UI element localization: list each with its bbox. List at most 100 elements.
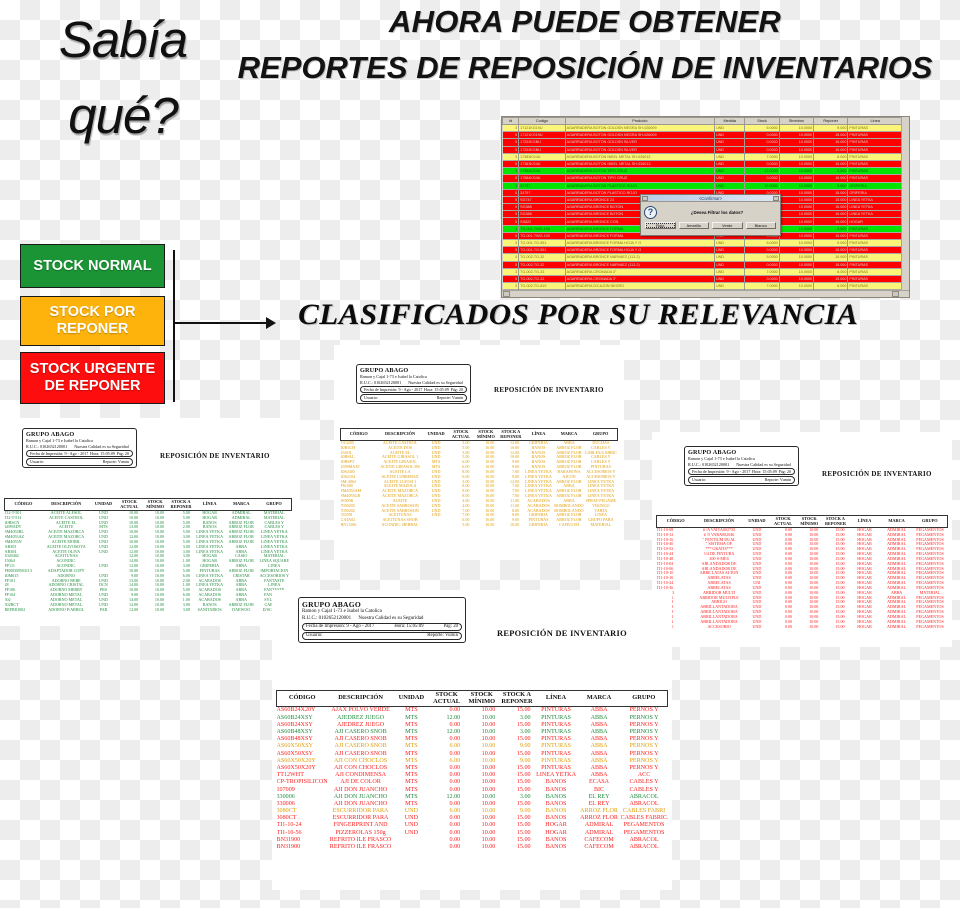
datagrid-row[interactable]: 1TG-002-TG-819AGARRADERA D/CAJON NEGROUN… [503,297,903,298]
report-report-label: Reporte: [102,459,117,465]
table-row: 330006 AJI DON JUANCHO MTS 0.00 10.00 15.00 BA… [277,801,668,808]
table-cell: PINTURAS [541,721,571,728]
datagrid-cell: 5 [502,275,520,284]
col-stock-mínimo: STOCK MÍNIMO [796,515,823,528]
datagrid-row[interactable]: 5 17252KGBU AGARRADERA BOTON GOLDSN SILVER… [502,146,903,154]
datagrid-row[interactable]: 1 17584KG4U AGARRADERA BOTON TIPO CRUZ UND 1… [502,167,903,176]
datagrid-cell: TG-002-TG-819 [519,297,565,298]
datagrid-cell: AGARRADERA BOTON GOLDSN SILVER [565,138,716,147]
table-cell: 12.00 [129,607,139,612]
table-cell: HOGAR [857,624,872,629]
table-row: REFRIO002 ADORNO P/ARBOL PAR 12.00 10.00 3.00… [5,608,292,613]
legend-stock-por-reponer: STOCK POR REPONER [20,296,165,346]
datagrid-row[interactable]: 3 TG-001-TG-551 AGARRADERA BRONCE FORMA HO… [502,239,903,248]
table-cell: BAÑOS [545,800,567,807]
report-page-value: 20 [786,469,791,475]
table-row: AS60B24X20Y AJAX POLVO VERDE MTS 0.00 10.00 1… [277,707,668,715]
datagrid-cell: 3 [502,268,520,276]
datagrid-cell: PINTURAS [848,297,903,298]
table-cell: PERNOS Y [629,714,659,721]
datagrid-cell: GRIFERIA [847,189,903,197]
table-cell: CABLES FABRICA [620,815,668,822]
datagrid-row[interactable]: 3 17121KG19U AGARRADERA BOTON GOLDSN NEGRA… [502,124,903,133]
datagrid-cell: TG-002-TG-32 [518,261,566,269]
table-cell: 15.00 [516,750,531,757]
col-marca: MARCA [225,498,258,511]
datagrid-cell: UND [715,297,745,298]
datagrid-row[interactable]: 5 TG-002-TG-33 AGARRADERA CROMADA 3" UND 0.0… [502,275,903,284]
datagrid-cell: UND [714,253,746,262]
datagrid-col-reponer[interactable]: Reponer [813,117,849,125]
scroll-left-arrow-icon[interactable] [503,291,510,297]
table-cell: MTS [405,707,418,714]
datagrid-row[interactable]: 5 TG-001-TG-551 AGARRADERA BRONCE FORMA HO… [502,246,903,255]
datagrid-cell: UND [714,138,746,147]
datagrid-cell: SG388 [518,210,566,219]
datagrid-row[interactable]: 5 17121KG19U AGARRADERA BOTON GOLDSN NEGRA… [502,131,903,140]
report-time-label: Hora: [394,624,406,629]
datagrid-cell: PINTURAS [847,153,903,161]
datagrid-col-producto[interactable]: Producto [564,117,716,125]
dialog-button-verde[interactable]: Verde [712,222,743,229]
report-ruc-value: 0102652120001 [701,461,730,467]
table-cell: 10.00 [485,523,495,528]
datagrid-cell: AGARRADERA BOTON PLASTICO ROJO [565,182,716,190]
datagrid-cell: 10.0000 [779,131,815,140]
datagrid-row[interactable]: 4 TG-002-TG-32 AGARRADERA BRONCE NARVAEZ (… [502,253,903,262]
datagrid-row[interactable]: 5 17252KGBU AGARRADERA BOTON GOLDSN SILVER… [502,138,903,147]
table-cell: UND [404,822,418,829]
datagrid-cell: 5 [502,246,520,255]
datagrid-row[interactable]: 5 TG-002-TG-32 AGARRADERA BRONCE NARVAEZ (… [502,261,903,269]
datagrid-horizontal-scrollbar[interactable] [502,290,909,297]
table-cell: 15.00 [516,764,531,771]
table-cell: 10.00 [481,743,496,750]
table-cell: CABLES Y [629,779,659,786]
dialog-button-blanco[interactable]: Blanco [745,222,776,229]
datagrid-row[interactable]: 3 TG-002-TG-819 AGARRADERA D/CAJON NEGRO UN… [502,282,903,291]
datagrid-cell: 10.0000 [779,210,815,219]
datagrid-col-linea[interactable]: Linea [847,117,903,125]
table-cell: AJI CASERO SNOB [334,750,387,757]
datagrid-row[interactable]: 5 17584KG4U AGARRADERA BOTON TIPO CRUZ UND 0… [502,174,903,183]
datagrid-row[interactable]: 3 TG-002-TG-33 AGARRADERA CROMADA 3" UND 7.0… [502,268,903,276]
datagrid-col-stock[interactable]: Stock [744,117,780,125]
report-date-value: 9 - Ago - 2017 [398,387,423,393]
datagrid-cell: 10.0000 [779,253,815,262]
scroll-right-arrow-icon[interactable] [892,291,899,297]
table-cell: 0.00 [449,707,461,714]
datagrid-row[interactable]: 3 17383KG4U AGARRADERA BOTON NIKEL METAL S… [502,153,903,161]
table-cell: 6.00 [449,743,461,750]
table-cell: PERNOS Y [629,764,659,771]
report-time-value: 15:05:09 [434,387,449,393]
table-cell: 3080CT [276,808,297,815]
dialog-button-amarillo[interactable]: Amarillo [678,222,709,229]
table-cell: AJAX POLVO VERDE [331,707,390,714]
table-cell: ABRACOL [629,800,659,807]
dialog-button-rojo[interactable]: Rojo [645,222,676,229]
datagrid-col-stmnimo[interactable]: Stmnimo [778,117,815,125]
headline-line-2: REPORTES DE REPOSICIÓN DE INVENTARIOS [237,50,933,85]
confirm-dialog[interactable]: <Confirmar> ? ¿Desea Filtrar los datos? … [640,194,781,236]
datagrid-cell: 6.0000 [744,239,780,248]
datagrid-col-id[interactable]: Id [502,117,520,125]
datagrid-cell: PINTURAS [847,138,903,147]
datagrid-vertical-scrollbar[interactable] [901,117,909,297]
table-cell: PERNOS Y [629,721,659,728]
datagrid-cell: UND [714,167,746,176]
datagrid-cell: 0.0000 [744,261,780,269]
table-cell: 3080CT [276,815,297,822]
dialog-close-icon[interactable] [773,196,779,201]
report-report-value: Vumin [444,633,458,639]
col-descripción: DESCRIPCIÓN [327,689,394,708]
table-cell: AS60X50XSY [276,750,314,757]
table-cell: PINTURAS [541,750,571,757]
report-table-header-row: CÓDIGO DESCRIPCIÓN UNIDAD STOCK ACTUAL STOCK M… [656,515,948,528]
report-time-label: Hora: [424,387,434,393]
dialog-system-menu-icon[interactable] [642,196,648,201]
datagrid-row[interactable]: 5 17383KG4U AGARRADERA BOTON NIKEL METAL S… [502,160,903,169]
datagrid-col-codigo[interactable]: Codigo [518,117,566,125]
datagrid-col-medida[interactable]: Medida [714,117,746,125]
subtitle-clasificados: CLASIFICADOS POR SU RELEVANCIA [298,298,859,331]
table-cell: 15.00 [835,624,845,629]
datagrid-row[interactable]: 1 34757 AGARRADERA BOTON PLASTICO ROJO UND 1… [502,182,903,190]
